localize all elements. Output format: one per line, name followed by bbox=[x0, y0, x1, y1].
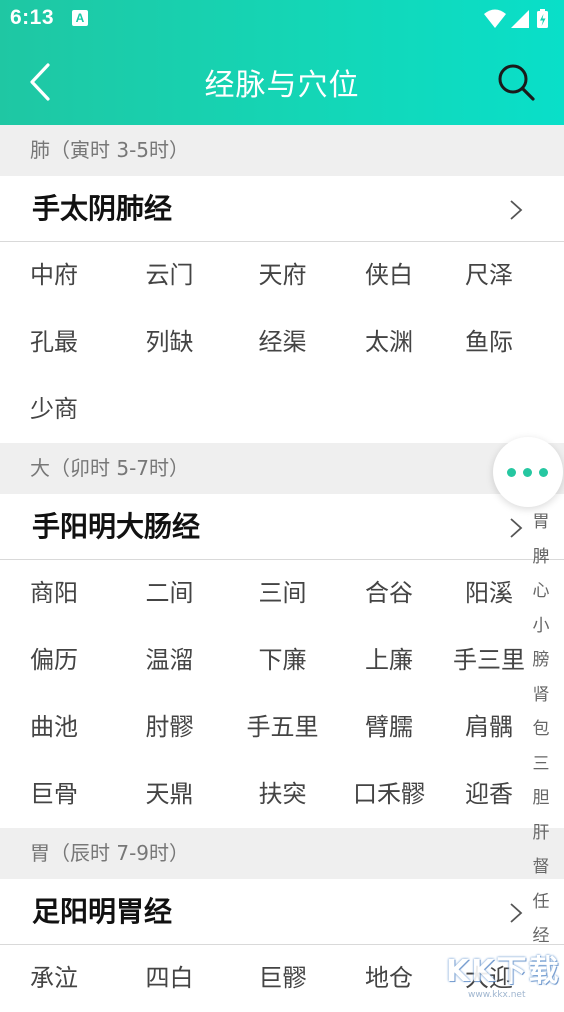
acupoint[interactable]: 迎香 bbox=[439, 761, 539, 828]
index-item[interactable]: 督 bbox=[526, 850, 556, 885]
acupoint[interactable]: 巨骨 bbox=[0, 761, 113, 828]
channel-name: 手阳明大肠经 bbox=[32, 510, 201, 543]
acupoint[interactable]: 三间 bbox=[226, 560, 339, 627]
chevron-right-icon bbox=[510, 518, 523, 538]
signal-icon bbox=[511, 10, 529, 28]
channel-row-lung[interactable]: 手太阴肺经 bbox=[0, 176, 564, 242]
index-item[interactable]: 小 bbox=[526, 609, 556, 644]
points-grid-lung: 中府 云门 天府 侠白 尺泽 孔最 列缺 经渠 太渊 鱼际 少商 bbox=[0, 242, 564, 443]
acupoint[interactable]: 尺泽 bbox=[439, 242, 539, 309]
acupoint[interactable]: 下廉 bbox=[226, 627, 339, 694]
acupoint[interactable]: 口禾髎 bbox=[339, 761, 439, 828]
more-button[interactable] bbox=[493, 437, 563, 507]
page-title: 经脉与穴位 bbox=[204, 68, 360, 103]
acupoint[interactable]: 天府 bbox=[226, 242, 339, 309]
chevron-right-icon bbox=[510, 200, 523, 220]
acupoint[interactable]: 侠白 bbox=[339, 242, 439, 309]
notification-app-icon: A bbox=[72, 10, 88, 26]
acupoint[interactable]: 二间 bbox=[113, 560, 226, 627]
index-item[interactable]: 胆 bbox=[526, 781, 556, 816]
acupoint[interactable]: 列缺 bbox=[113, 309, 226, 376]
acupoint[interactable]: 合谷 bbox=[339, 560, 439, 627]
index-item[interactable]: 脾 bbox=[526, 540, 556, 575]
channel-name: 手太阴肺经 bbox=[32, 192, 173, 225]
app-header: 6:13 A 经脉与穴位 bbox=[0, 0, 564, 125]
battery-icon bbox=[537, 9, 548, 28]
index-item[interactable]: 肾 bbox=[526, 678, 556, 713]
watermark-url: www.kkx.net bbox=[468, 990, 526, 1000]
points-grid-large-intestine: 商阳 二间 三间 合谷 阳溪 偏历 温溜 下廉 上廉 手三里 曲池 肘髎 手五里… bbox=[0, 560, 564, 828]
more-dots-icon bbox=[539, 468, 548, 477]
acupoint[interactable]: 温溜 bbox=[113, 627, 226, 694]
index-item[interactable]: 胃 bbox=[526, 505, 556, 540]
channel-row-large-intestine[interactable]: 手阳明大肠经 bbox=[0, 494, 564, 560]
meridian-list: 肺（寅时 3-5时） 手太阴肺经 中府 云门 天府 侠白 尺泽 孔最 列缺 经渠… bbox=[0, 125, 564, 1012]
status-bar: 6:13 A bbox=[0, 0, 564, 40]
section-header-stomach: 胃（辰时 7-9时） bbox=[0, 828, 564, 879]
acupoint[interactable]: 偏历 bbox=[0, 627, 113, 694]
acupoint[interactable]: 手三里 bbox=[439, 627, 539, 694]
acupoint[interactable]: 肘髎 bbox=[113, 694, 226, 761]
index-item[interactable]: 任 bbox=[526, 885, 556, 920]
index-item[interactable]: 肝 bbox=[526, 816, 556, 851]
index-item[interactable]: 心 bbox=[526, 574, 556, 609]
channel-name: 足阳明胃经 bbox=[32, 895, 173, 928]
channel-row-stomach[interactable]: 足阳明胃经 bbox=[0, 879, 564, 945]
index-item[interactable]: 包 bbox=[526, 712, 556, 747]
acupoint[interactable]: 少商 bbox=[0, 376, 113, 443]
status-icons bbox=[482, 8, 552, 30]
wifi-icon bbox=[484, 9, 506, 28]
index-item[interactable]: 膀 bbox=[526, 643, 556, 678]
acupoint[interactable]: 肩髃 bbox=[439, 694, 539, 761]
acupoint[interactable]: 曲池 bbox=[0, 694, 113, 761]
search-icon[interactable] bbox=[494, 60, 538, 104]
more-dots-icon bbox=[507, 468, 516, 477]
navbar: 经脉与穴位 bbox=[0, 40, 564, 125]
more-dots-icon bbox=[523, 468, 532, 477]
acupoint[interactable]: 上廉 bbox=[339, 627, 439, 694]
acupoint[interactable]: 臂臑 bbox=[339, 694, 439, 761]
acupoint[interactable]: 扶突 bbox=[226, 761, 339, 828]
acupoint[interactable]: 太渊 bbox=[339, 309, 439, 376]
acupoint[interactable]: 手五里 bbox=[226, 694, 339, 761]
section-index-bar: 胃 脾 心 小 膀 肾 包 三 胆 肝 督 任 经 bbox=[526, 505, 556, 954]
section-header-lung: 肺（寅时 3-5时） bbox=[0, 125, 564, 176]
acupoint[interactable]: 鱼际 bbox=[439, 309, 539, 376]
acupoint[interactable]: 商阳 bbox=[0, 560, 113, 627]
acupoint[interactable]: 经渠 bbox=[226, 309, 339, 376]
chevron-right-icon bbox=[510, 903, 523, 923]
status-time: 6:13 bbox=[10, 6, 55, 29]
section-header-large-intestine: 大（卯时 5-7时） bbox=[0, 443, 564, 494]
acupoint[interactable]: 孔最 bbox=[0, 309, 113, 376]
acupoint[interactable]: 中府 bbox=[0, 242, 113, 309]
index-item[interactable]: 三 bbox=[526, 747, 556, 782]
acupoint[interactable]: 天鼎 bbox=[113, 761, 226, 828]
acupoint[interactable]: 阳溪 bbox=[439, 560, 539, 627]
acupoint[interactable]: 云门 bbox=[113, 242, 226, 309]
